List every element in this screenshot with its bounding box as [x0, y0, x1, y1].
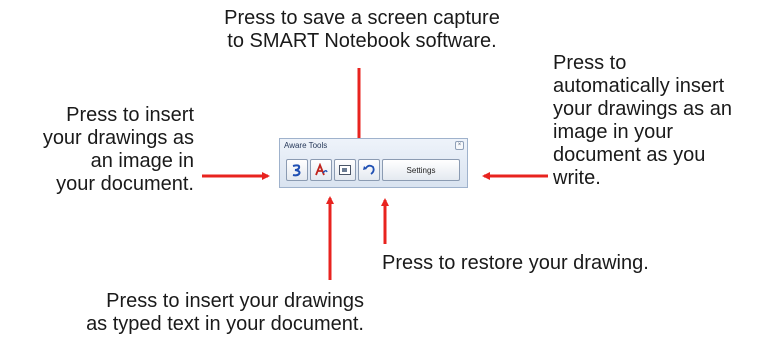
screen-capture-icon [339, 165, 351, 175]
settings-button[interactable]: Settings [382, 159, 460, 181]
aware-tools-toolbar: Aware Tools × Settings [279, 138, 468, 188]
screen-capture-button[interactable] [334, 159, 356, 181]
insert-image-button[interactable] [286, 159, 308, 181]
insert-text-button[interactable] [310, 159, 332, 181]
insert-image-icon [292, 164, 301, 177]
toolbar-title: Aware Tools [284, 141, 328, 150]
restore-icon [363, 164, 375, 175]
toolbar-close-icon[interactable]: × [455, 141, 464, 150]
restore-button[interactable] [358, 159, 380, 181]
insert-text-icon [315, 163, 328, 176]
